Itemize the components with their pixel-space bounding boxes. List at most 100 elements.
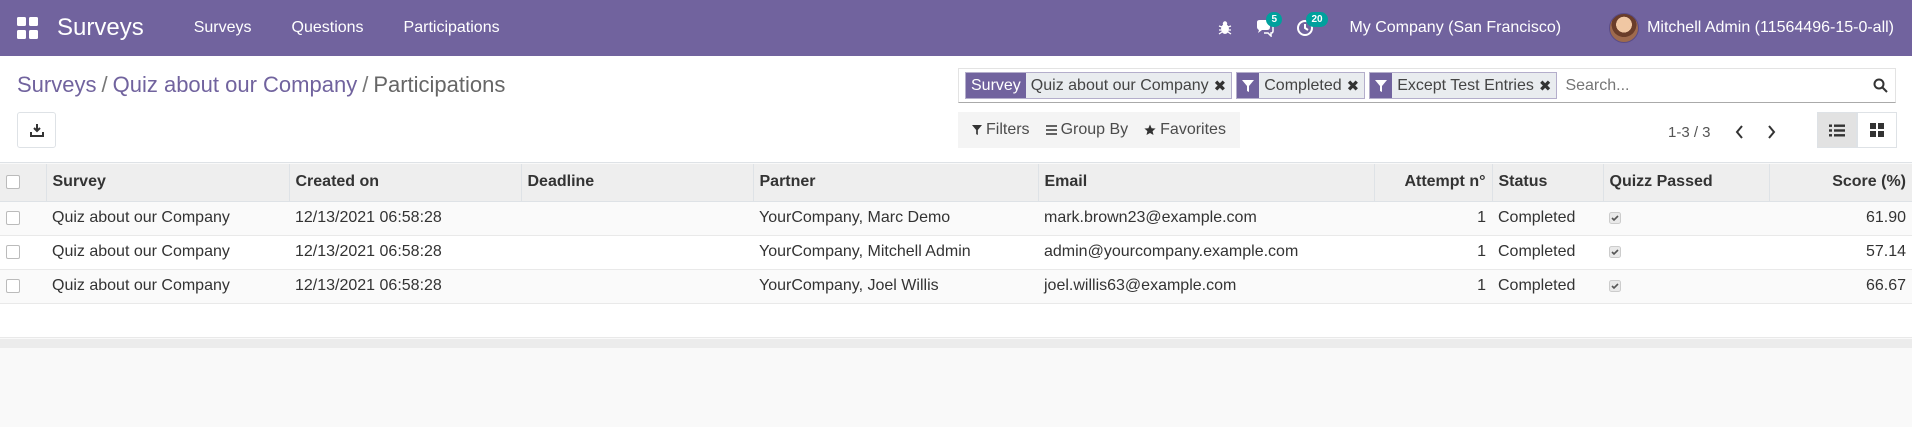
facet-value: Quiz about our Company	[1025, 73, 1214, 98]
breadcrumb-separator: /	[101, 72, 108, 97]
list-view-icon[interactable]	[1817, 112, 1857, 148]
cell-partner: YourCompany, Mitchell Admin	[753, 235, 1038, 270]
top-navbar: Surveys Surveys Questions Participations…	[0, 0, 1912, 56]
cell-survey: Quiz about our Company	[46, 269, 289, 304]
cell-partner: YourCompany, Marc Demo	[753, 201, 1038, 236]
column-header-score[interactable]: Score (%)	[1769, 164, 1912, 202]
cell-score: 61.90	[1769, 201, 1912, 236]
search-facet-survey[interactable]: Survey Quiz about our Company ✖	[965, 72, 1233, 99]
cell-deadline	[521, 201, 753, 236]
search-icon[interactable]	[1865, 78, 1895, 93]
pager-next-icon[interactable]	[1757, 120, 1787, 144]
cell-quizz-passed	[1603, 201, 1769, 236]
search-input[interactable]	[1561, 76, 1865, 95]
cell-score: 66.67	[1769, 269, 1912, 304]
cell-partner: YourCompany, Joel Willis	[753, 269, 1038, 304]
facet-value: Except Test Entries	[1392, 73, 1539, 98]
cell-survey: Quiz about our Company	[46, 235, 289, 270]
cell-email: admin@yourcompany.example.com	[1038, 235, 1374, 270]
facet-remove-icon[interactable]: ✖	[1213, 73, 1232, 98]
cell-status: Completed	[1492, 235, 1603, 270]
cell-created-on: 12/13/2021 06:58:28	[289, 201, 521, 236]
participations-table: Survey Created on Deadline Partner Email…	[0, 164, 1912, 338]
empty-cell	[0, 303, 1912, 338]
facet-remove-icon[interactable]: ✖	[1538, 73, 1557, 98]
nav-menu-surveys[interactable]: Surveys	[194, 19, 252, 37]
kanban-view-icon[interactable]	[1857, 112, 1897, 148]
nav-menu-questions[interactable]: Questions	[292, 19, 364, 37]
groupby-label: Group By	[1060, 121, 1129, 138]
search-facet-completed[interactable]: Completed ✖	[1236, 72, 1366, 99]
star-icon	[1144, 124, 1156, 135]
favorites-label: Favorites	[1160, 121, 1226, 138]
cell-quizz-passed	[1603, 235, 1769, 270]
app-grid-icon[interactable]	[17, 17, 39, 39]
cell-attempt: 1	[1374, 201, 1492, 236]
table-row[interactable]: Quiz about our Company 12/13/2021 06:58:…	[0, 235, 1912, 270]
check-icon	[1609, 279, 1621, 292]
facet-remove-icon[interactable]: ✖	[1346, 73, 1365, 98]
user-menu[interactable]: Mitchell Admin (11564496-15-0-all)	[1609, 13, 1894, 43]
pager: 1-3 / 3	[1668, 120, 1787, 144]
breadcrumb-separator: /	[362, 72, 369, 97]
column-header-email[interactable]: Email	[1038, 164, 1375, 202]
column-header-status[interactable]: Status	[1492, 164, 1604, 202]
cell-email: joel.willis63@example.com	[1038, 269, 1374, 304]
select-all-checkbox[interactable]	[6, 175, 20, 190]
filter-funnel-icon	[972, 125, 982, 135]
nav-menu-participations[interactable]: Participations	[404, 19, 500, 37]
user-avatar	[1609, 13, 1640, 43]
check-icon	[1609, 245, 1621, 258]
filter-funnel-icon	[1370, 73, 1393, 98]
column-header-created-on[interactable]: Created on	[289, 164, 522, 202]
row-checkbox[interactable]	[6, 278, 20, 293]
row-checkbox[interactable]	[6, 210, 20, 225]
control-panel: Surveys / Quiz about our Company / Parti…	[0, 56, 1912, 163]
column-header-attempt[interactable]: Attempt n°	[1374, 164, 1493, 202]
breadcrumb-quiz[interactable]: Quiz about our Company	[113, 72, 358, 98]
bars-icon	[1045, 125, 1057, 135]
list-view: Survey Created on Deadline Partner Email…	[0, 164, 1912, 338]
cell-attempt: 1	[1374, 235, 1492, 270]
filters-dropdown[interactable]: Filters	[972, 121, 1030, 139]
user-name: Mitchell Admin (11564496-15-0-all)	[1647, 19, 1894, 36]
empty-filler-row	[0, 303, 1912, 338]
cell-email: mark.brown23@example.com	[1038, 201, 1374, 236]
company-switcher[interactable]: My Company (San Francisco)	[1349, 19, 1561, 37]
cell-survey: Quiz about our Company	[46, 201, 289, 236]
column-header-quizz-passed[interactable]: Quizz Passed	[1603, 164, 1770, 202]
cell-status: Completed	[1492, 201, 1603, 236]
table-row[interactable]: Quiz about our Company 12/13/2021 06:58:…	[0, 269, 1912, 304]
activity-badge: 20	[1306, 12, 1328, 27]
column-header-survey[interactable]: Survey	[46, 164, 290, 202]
breadcrumb-surveys[interactable]: Surveys	[17, 72, 96, 98]
filters-label: Filters	[986, 121, 1030, 138]
app-brand[interactable]: Surveys	[57, 14, 144, 42]
favorites-dropdown[interactable]: Favorites	[1144, 121, 1226, 139]
chat-badge: 5	[1266, 12, 1282, 27]
pager-previous-icon[interactable]	[1725, 120, 1755, 144]
breadcrumb-active: Participations	[373, 72, 506, 97]
groupby-dropdown[interactable]: Group By	[1045, 121, 1129, 139]
cell-attempt: 1	[1374, 269, 1492, 304]
cell-status: Completed	[1492, 269, 1603, 304]
breadcrumb: Surveys / Quiz about our Company / Parti…	[17, 72, 505, 98]
column-header-deadline[interactable]: Deadline	[521, 164, 754, 202]
facet-value: Completed	[1259, 73, 1347, 98]
row-checkbox[interactable]	[6, 244, 20, 259]
activity-clock-icon[interactable]: 20	[1285, 0, 1328, 56]
table-row[interactable]: Quiz about our Company 12/13/2021 06:58:…	[0, 201, 1912, 236]
table-header-row: Survey Created on Deadline Partner Email…	[0, 164, 1912, 202]
list-footer-strip	[0, 339, 1912, 348]
filter-funnel-icon	[1237, 73, 1260, 98]
search-facet-except-test[interactable]: Except Test Entries ✖	[1369, 72, 1558, 99]
cell-created-on: 12/13/2021 06:58:28	[289, 269, 521, 304]
column-header-partner[interactable]: Partner	[753, 164, 1039, 202]
download-icon	[29, 124, 44, 137]
debug-bug-icon[interactable]	[1205, 0, 1245, 56]
cell-score: 57.14	[1769, 235, 1912, 270]
pager-value[interactable]: 1-3 / 3	[1668, 124, 1711, 141]
export-download-button[interactable]	[17, 112, 56, 148]
chat-icon[interactable]: 5	[1245, 0, 1285, 56]
search-options-bar: Filters Group By Favorites	[958, 112, 1240, 148]
